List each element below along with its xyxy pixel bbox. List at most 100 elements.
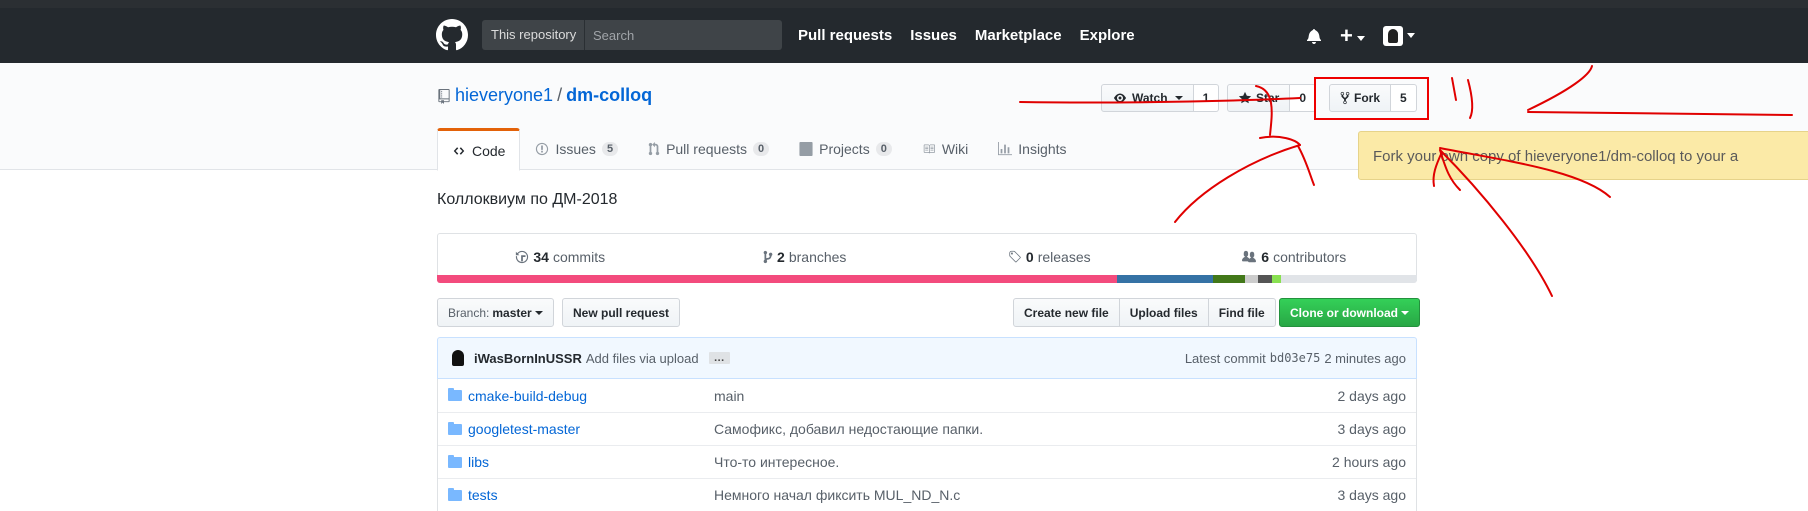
- releases-count: 0: [1025, 249, 1034, 265]
- star-button[interactable]: Star: [1227, 84, 1291, 112]
- nav-pull-requests[interactable]: Pull requests: [798, 27, 892, 44]
- tab-wiki-label: Wiki: [941, 141, 969, 157]
- chevron-down-icon: [1401, 310, 1409, 315]
- language-bar[interactable]: [437, 275, 1417, 283]
- chevron-down-icon: [534, 310, 543, 315]
- branch-icon: [763, 250, 773, 264]
- browser-bookmarks-strip: [0, 0, 1808, 8]
- tab-code[interactable]: Code: [437, 128, 521, 171]
- file-age: 2 days ago: [1337, 387, 1407, 404]
- repo-title: hieveryone1/dm-colloq: [455, 85, 652, 106]
- header-user-area: +: [1306, 8, 1415, 63]
- pull-request-icon: [648, 142, 660, 156]
- clone-label: Clone or download: [1290, 305, 1398, 320]
- tab-pull-requests-label: Pull requests: [666, 141, 747, 157]
- commit-message-link[interactable]: Add files via upload: [586, 351, 699, 366]
- tab-insights[interactable]: Insights: [983, 128, 1081, 170]
- file-commit-message-link[interactable]: Самофикс, добавил недостающие папки.: [714, 421, 1338, 437]
- avatar: [1382, 25, 1403, 46]
- history-icon: [516, 250, 529, 264]
- file-row: googletest-master Самофикс, добавил недос…: [438, 412, 1416, 445]
- star-count[interactable]: 0: [1290, 84, 1317, 112]
- commit-expand-button[interactable]: …: [708, 352, 730, 364]
- branch-select-button[interactable]: Branch: master: [437, 298, 554, 327]
- book-icon: [923, 144, 935, 154]
- header-nav: Pull requests Issues Marketplace Explore: [798, 8, 1135, 63]
- tab-projects-label: Projects: [819, 141, 870, 157]
- clone-or-download-button[interactable]: Clone or download: [1279, 298, 1420, 327]
- file-age: 3 days ago: [1337, 421, 1407, 437]
- tab-pull-requests[interactable]: Pull requests 0: [633, 128, 784, 170]
- repo-icon: [438, 89, 450, 104]
- folder-icon: [448, 388, 462, 401]
- watch-label: Watch: [1132, 91, 1168, 105]
- file-name-link[interactable]: cmake-build-debug: [468, 388, 714, 404]
- folder-icon: [448, 421, 462, 435]
- language-bar-segment[interactable]: [437, 275, 1118, 283]
- commit-sha-link[interactable]: bd03e75: [1270, 351, 1321, 365]
- latest-commit-bar: iWasBornInUSSR Add files via upload … La…: [437, 337, 1417, 379]
- commit-author-link[interactable]: iWasBornInUSSR: [474, 351, 582, 366]
- commit-age: 2 minutes ago: [1324, 350, 1406, 366]
- repo-tabs: Code Issues 5 Pull requests 0 Projects 0…: [437, 128, 1082, 171]
- language-bar-segment[interactable]: [1213, 275, 1245, 283]
- nav-issues[interactable]: Issues: [910, 27, 957, 44]
- file-commit-message-link[interactable]: Немного начал фиксить MUL_ND_N.c: [714, 487, 1338, 503]
- file-name-link[interactable]: tests: [468, 487, 714, 503]
- star-icon: [1238, 91, 1252, 104]
- repo-separator: /: [557, 85, 563, 105]
- language-bar-segment[interactable]: [1244, 275, 1259, 283]
- tab-wiki[interactable]: Wiki: [907, 128, 983, 170]
- tag-icon: [1009, 250, 1021, 263]
- user-menu-button[interactable]: [1382, 25, 1415, 46]
- github-logo-icon[interactable]: [436, 19, 468, 51]
- fork-tooltip: Fork your own copy of hieveryone1/dm-col…: [1358, 131, 1808, 180]
- watch-button[interactable]: Watch: [1101, 84, 1194, 112]
- commits-count: 34: [533, 249, 549, 265]
- branches-label: branches: [788, 249, 847, 265]
- issue-icon: [536, 142, 549, 156]
- branch-select-label: Branch:: [448, 305, 490, 320]
- language-bar-segment[interactable]: [1271, 275, 1281, 283]
- contributors-count: 6: [1261, 249, 1270, 265]
- file-name-link[interactable]: libs: [468, 454, 714, 470]
- new-pull-request-button[interactable]: New pull request: [562, 298, 681, 327]
- create-new-file-button[interactable]: Create new file: [1013, 298, 1120, 327]
- repo-name-link[interactable]: dm-colloq: [566, 85, 652, 105]
- nav-explore[interactable]: Explore: [1080, 27, 1135, 44]
- tab-issues[interactable]: Issues 5: [520, 128, 633, 170]
- search-box: This repository: [482, 20, 782, 50]
- file-name-link[interactable]: googletest-master: [468, 421, 714, 437]
- find-file-button[interactable]: Find file: [1207, 298, 1276, 327]
- file-commit-message-link[interactable]: main: [714, 388, 1338, 404]
- releases-label: releases: [1037, 249, 1091, 265]
- numbers-summary: 34 commits 2 branches 0 releases 6 contribut…: [437, 233, 1417, 281]
- repo-owner-link[interactable]: hieveryone1: [455, 85, 553, 105]
- tab-projects[interactable]: Projects 0: [784, 128, 907, 170]
- tab-insights-label: Insights: [1018, 141, 1067, 157]
- upload-files-button[interactable]: Upload files: [1118, 298, 1209, 327]
- watch-count[interactable]: 1: [1193, 84, 1220, 112]
- contributors-label: contributors: [1273, 249, 1347, 265]
- commit-author-avatar[interactable]: [448, 348, 468, 368]
- branches-link[interactable]: 2 branches: [683, 234, 928, 280]
- eye-icon: [1114, 93, 1126, 103]
- search-scope-label[interactable]: This repository: [482, 20, 585, 50]
- nav-marketplace[interactable]: Marketplace: [975, 27, 1062, 44]
- watch-group: Watch 1: [1101, 84, 1220, 112]
- new-menu-button[interactable]: +: [1340, 24, 1365, 47]
- search-input[interactable]: [585, 20, 782, 50]
- language-bar-segment[interactable]: [1258, 275, 1272, 283]
- releases-link[interactable]: 0 releases: [927, 234, 1172, 280]
- commits-link[interactable]: 34 commits: [438, 234, 683, 280]
- file-commit-message-link[interactable]: Что-то интересное.: [714, 454, 1332, 470]
- latest-commit-label: Latest commit: [1184, 350, 1266, 366]
- file-row: cmake-build-debug main 2 days ago: [438, 379, 1416, 412]
- branch-name: master: [492, 305, 532, 320]
- language-bar-segment[interactable]: [1117, 275, 1214, 283]
- language-bar-segment[interactable]: [1280, 275, 1417, 283]
- tab-code-label: Code: [472, 142, 506, 159]
- bell-icon[interactable]: [1306, 28, 1322, 44]
- contributors-link[interactable]: 6 contributors: [1172, 234, 1417, 280]
- repo-description: Коллоквиум по ДМ-2018: [437, 191, 618, 208]
